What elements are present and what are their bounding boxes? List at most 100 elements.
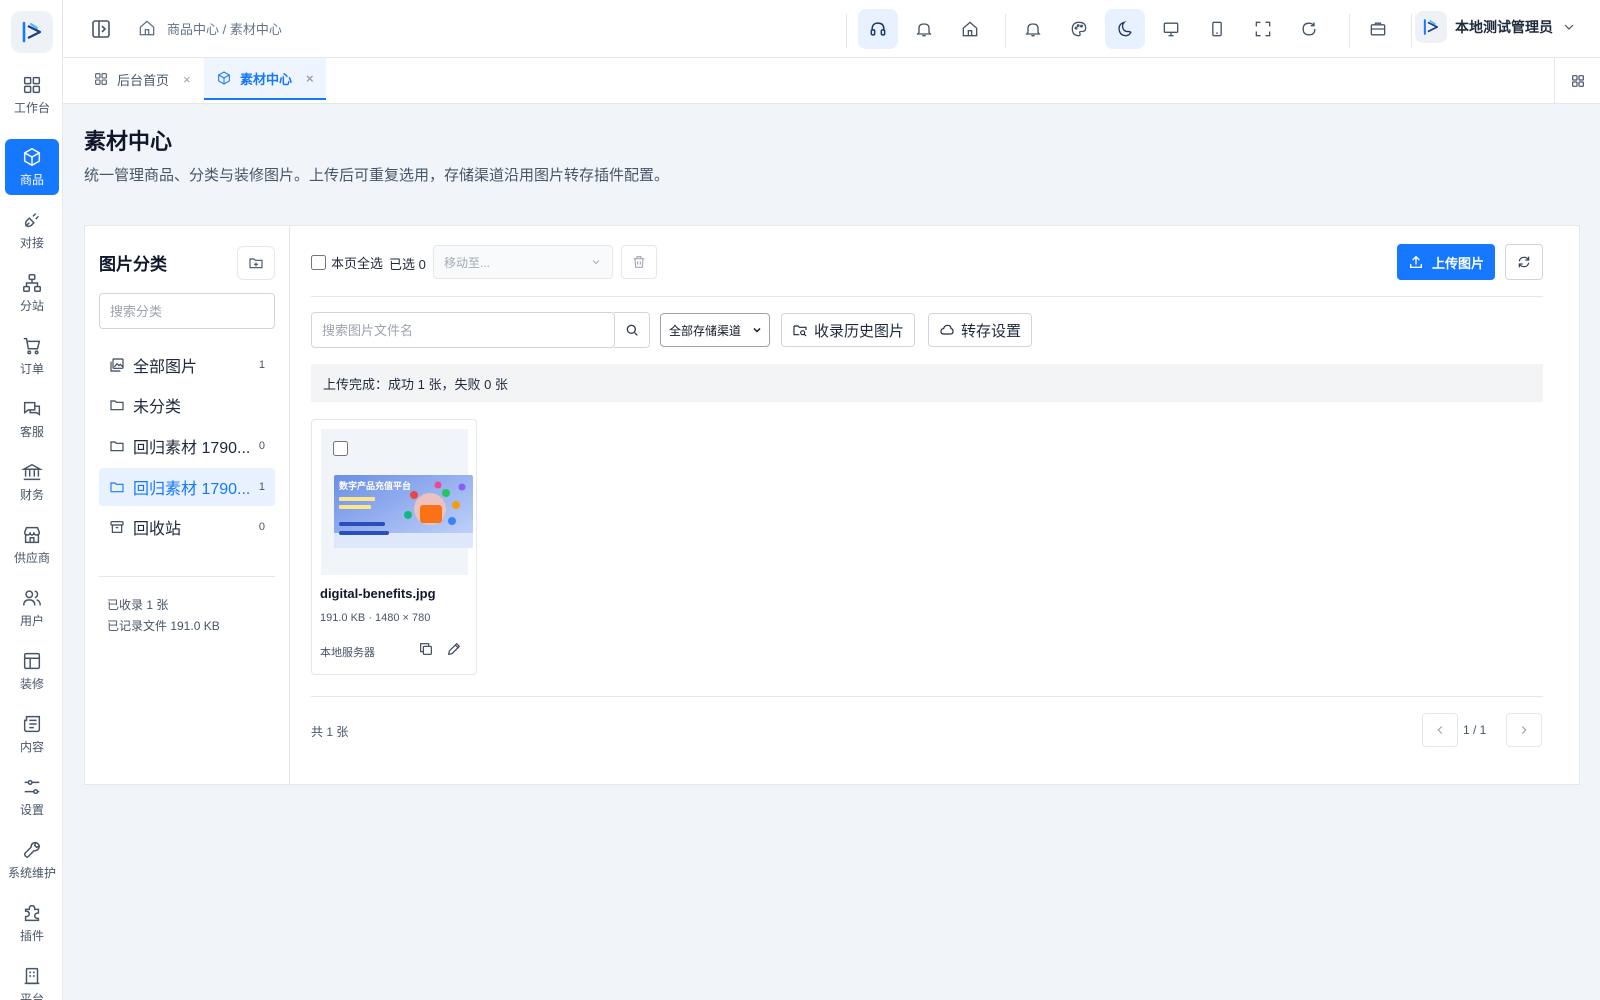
wrench-icon <box>23 841 41 859</box>
nav-item-plugins[interactable]: 插件 <box>5 895 59 951</box>
selected-count: 已选 0 <box>389 257 426 272</box>
workspace-button[interactable] <box>1358 9 1398 49</box>
category-label: 未分类 <box>133 399 182 416</box>
category-label: 回收站 <box>133 521 182 538</box>
nav-label: 插件 <box>19 929 44 943</box>
nav-item-workbench[interactable]: 工作台 <box>5 67 59 123</box>
nav-item-platform[interactable]: 平台 <box>5 958 59 1000</box>
nav-item-finance[interactable]: 财务 <box>5 454 59 510</box>
nav-label: 供应商 <box>13 551 50 565</box>
user-menu[interactable]: 本地测试管理员 <box>1415 11 1577 43</box>
home-icon[interactable] <box>137 18 157 38</box>
folder-icon <box>110 441 124 452</box>
category-search-input[interactable] <box>99 293 275 329</box>
select-all-input[interactable] <box>311 255 326 270</box>
category-count: 1 <box>258 481 265 493</box>
chevron-down-icon <box>1564 24 1574 30</box>
pencil-icon <box>447 642 461 656</box>
banner-image: 数字产品充值平台 <box>334 475 473 548</box>
folder-icon <box>110 400 124 411</box>
copy-link-button[interactable] <box>416 639 436 659</box>
upload-image-button[interactable]: 上传图片 <box>1397 244 1495 280</box>
page-description: 统一管理商品、分类与装修图片。上传后可重复选用，存储渠道沿用图片转存插件配置。 <box>84 167 670 184</box>
category-item-uncategorized[interactable]: 未分类 <box>99 386 275 424</box>
category-item-all[interactable]: 全部图片 1 <box>99 346 275 384</box>
add-category-button[interactable] <box>237 246 275 280</box>
image-thumbnail[interactable]: 数字产品充值平台 <box>321 429 473 575</box>
mobile-view-button[interactable] <box>1197 9 1237 49</box>
category-item-regression-1[interactable]: 回归素材 1790... 0 <box>99 427 275 465</box>
nav-item-substations[interactable]: 分站 <box>5 265 59 321</box>
nav-item-products[interactable]: 商品 <box>5 139 59 195</box>
edit-image-button[interactable] <box>444 639 464 659</box>
home-button[interactable] <box>950 9 990 49</box>
nav-item-decoration[interactable]: 装修 <box>5 643 59 699</box>
briefcase-icon <box>1370 22 1386 36</box>
store-icon <box>23 526 41 544</box>
nav-item-maintenance[interactable]: 系统维护 <box>5 832 59 888</box>
images-icon <box>110 358 124 372</box>
category-divider <box>99 576 275 577</box>
app-logo[interactable] <box>11 11 53 53</box>
select-all-checkbox[interactable]: 本页全选 <box>311 253 383 272</box>
nav-item-integration[interactable]: 对接 <box>5 202 59 258</box>
nav-label: 系统维护 <box>7 866 56 880</box>
move-to-select[interactable]: 移动至... <box>433 245 613 279</box>
chevron-left-icon <box>1437 726 1443 734</box>
plug-icon <box>24 213 39 228</box>
image-filename: digital-benefits.jpg <box>320 586 436 601</box>
category-title: 图片分类 <box>99 255 167 274</box>
material-panel: 图片分类 全部图片 1 未分类 回归素材 1790... 0 回归素材 1790… <box>84 225 1580 785</box>
header-tools-group-1 <box>855 9 993 49</box>
page-indicator: 1 / 1 <box>1463 723 1487 737</box>
building-icon <box>24 967 40 985</box>
category-item-recycle-bin[interactable]: 回收站 0 <box>99 508 275 546</box>
theme-button[interactable] <box>1059 9 1099 49</box>
category-count: 1 <box>258 359 265 371</box>
collect-history-button[interactable]: 收录历史图片 <box>781 313 916 347</box>
category-item-regression-2[interactable]: 回归素材 1790... 1 <box>99 468 275 506</box>
sidebar-toggle-icon <box>92 20 110 38</box>
support-button[interactable] <box>858 9 898 49</box>
nav-label: 平台 <box>19 992 44 1000</box>
nav-item-settings[interactable]: 设置 <box>5 769 59 825</box>
footer-divider <box>311 696 1543 697</box>
refresh-list-button[interactable] <box>1505 244 1543 280</box>
tab-dashboard[interactable]: 后台首页 × <box>81 58 203 100</box>
storage-channel-value: 全部存储渠道 <box>669 323 742 338</box>
image-select-checkbox[interactable] <box>333 441 348 456</box>
transfer-settings-label: 转存设置 <box>961 322 1022 340</box>
tab-menu-button[interactable] <box>1554 58 1600 103</box>
tab-close-button[interactable]: × <box>183 72 191 87</box>
delete-button[interactable] <box>621 245 657 279</box>
storage-channel-select[interactable]: 全部存储渠道 <box>660 313 770 347</box>
breadcrumb-text[interactable]: 商品中心 / 素材中心 <box>167 19 282 38</box>
tab-material-center[interactable]: 素材中心 × <box>204 58 326 100</box>
avatar <box>1415 11 1447 43</box>
image-search-input[interactable] <box>311 312 615 348</box>
nav-item-suppliers[interactable]: 供应商 <box>5 517 59 573</box>
transfer-settings-button[interactable]: 转存设置 <box>928 313 1033 347</box>
prev-page-button[interactable] <box>1422 713 1458 747</box>
desktop-view-button[interactable] <box>1151 9 1191 49</box>
nav-item-orders[interactable]: 订单 <box>5 328 59 384</box>
image-search-button[interactable] <box>614 312 650 348</box>
nav-item-users[interactable]: 用户 <box>5 580 59 636</box>
tab-label: 后台首页 <box>117 72 170 88</box>
notifications-button[interactable] <box>904 9 944 49</box>
upload-result-notice: 上传完成：成功 1 张，失败 0 张 <box>311 364 1543 402</box>
image-card[interactable]: 数字产品充值平台 digital-benefits.jpg 191.0 KB ·… <box>311 419 477 675</box>
messages-button[interactable] <box>1013 9 1053 49</box>
next-page-button[interactable] <box>1506 713 1542 747</box>
fullscreen-button[interactable] <box>1243 9 1283 49</box>
dark-mode-button[interactable] <box>1105 9 1145 49</box>
category-label: 回归素材 1790... <box>133 481 251 498</box>
refresh-icon <box>1518 256 1530 268</box>
nav-item-content[interactable]: 内容 <box>5 706 59 762</box>
sidebar-toggle-button[interactable] <box>89 17 113 41</box>
reload-button[interactable] <box>1289 9 1329 49</box>
folder-plus-icon <box>249 258 263 269</box>
search-icon <box>626 324 638 336</box>
tab-close-button[interactable]: × <box>306 71 314 86</box>
nav-item-service[interactable]: 客服 <box>5 391 59 447</box>
